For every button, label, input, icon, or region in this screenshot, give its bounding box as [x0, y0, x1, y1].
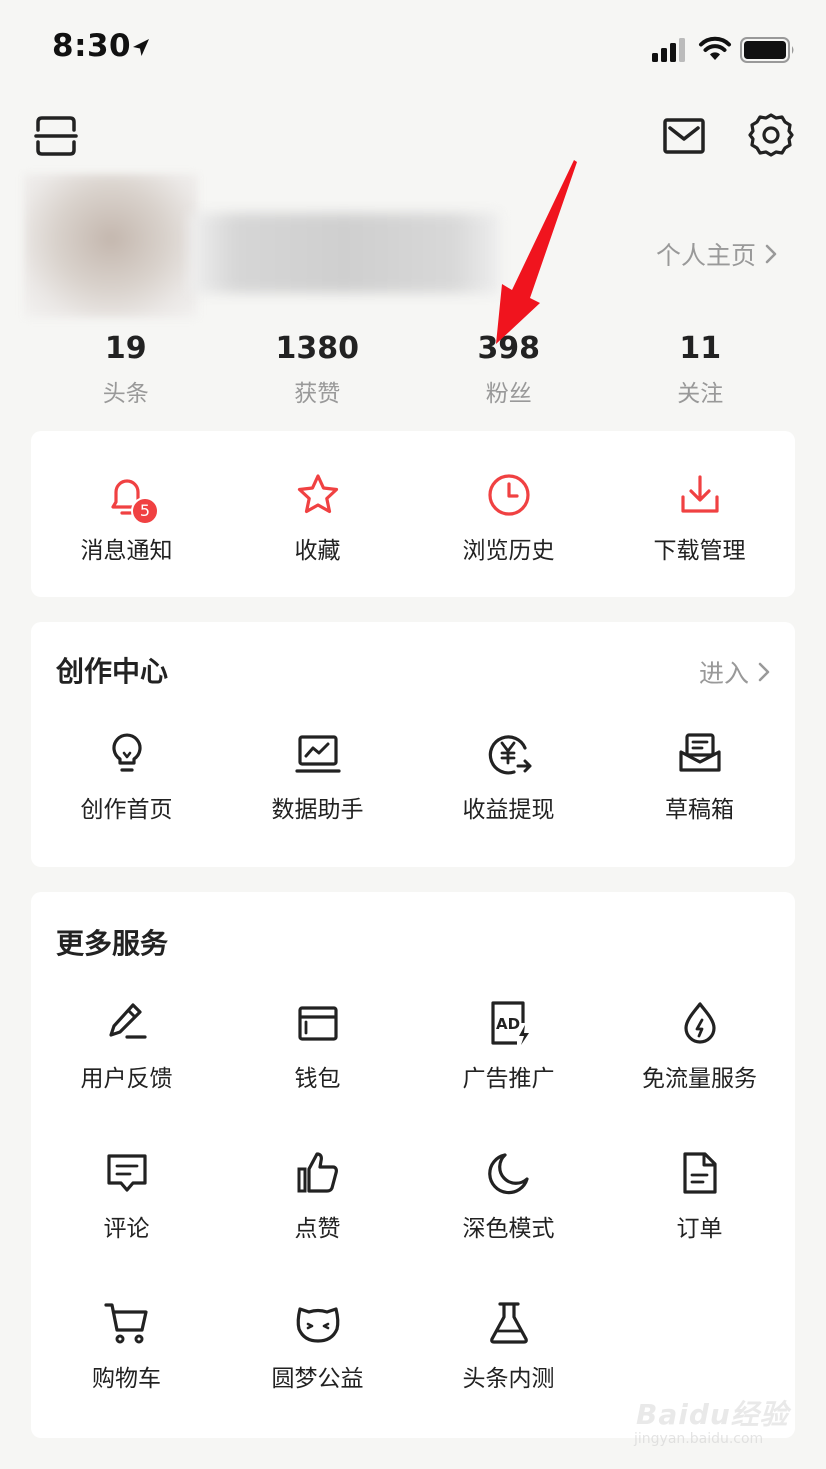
- wallet-icon: [297, 1006, 338, 1041]
- draft-box-icon: [678, 733, 721, 772]
- chart-monitor-icon: [294, 735, 341, 773]
- feedback-button[interactable]: 用户反馈: [31, 999, 222, 1093]
- section-title: 创作中心: [56, 655, 169, 688]
- gear-icon: [748, 113, 794, 157]
- scan-button[interactable]: [32, 112, 80, 160]
- quick-action-label: 收藏: [294, 538, 341, 564]
- service-label: 广告推广: [462, 1066, 555, 1092]
- chevron-right-icon: [765, 244, 777, 264]
- stat-label: 关注: [677, 381, 724, 407]
- profile-home-link[interactable]: 个人主页: [656, 236, 778, 272]
- chevron-right-icon: [758, 662, 770, 682]
- profile-stats: 19 头条 1380 获赞 398 粉丝 11 关注: [30, 330, 796, 410]
- scan-icon: [34, 116, 78, 156]
- wifi-icon: [699, 36, 731, 60]
- ad-promotion-button[interactable]: AD 广告推广: [413, 999, 604, 1093]
- service-label: 订单: [676, 1216, 723, 1242]
- yen-withdraw-icon: [488, 735, 531, 775]
- service-label: 购物车: [92, 1366, 161, 1392]
- notifications-button[interactable]: 5 消息通知: [31, 471, 222, 565]
- service-label: 深色模式: [462, 1216, 555, 1242]
- creation-center-enter-link[interactable]: 进入: [699, 654, 771, 690]
- mail-button[interactable]: [660, 112, 708, 160]
- stat-value: 19: [104, 331, 147, 366]
- data-assistant-button[interactable]: 数据助手: [222, 730, 413, 824]
- enter-label: 进入: [698, 659, 749, 688]
- service-label: 钱包: [294, 1066, 341, 1092]
- annotation-arrow: [496, 160, 577, 344]
- mail-icon: [663, 118, 705, 154]
- quick-actions-card: 5 消息通知 收藏 浏览历史 下载管理: [31, 431, 795, 597]
- drafts-button[interactable]: 草稿箱: [604, 730, 795, 824]
- creation-item-label: 创作首页: [80, 797, 173, 823]
- pencil-icon: [108, 1003, 147, 1039]
- favorites-button[interactable]: 收藏: [222, 471, 413, 565]
- creation-item-label: 数据助手: [271, 797, 364, 823]
- status-time: 8:30: [52, 28, 132, 64]
- creation-item-label: 草稿箱: [665, 797, 734, 823]
- service-label: 点赞: [294, 1216, 341, 1242]
- username-blurred: [190, 213, 500, 293]
- section-title: 更多服务: [56, 927, 169, 960]
- stat-label: 获赞: [294, 381, 341, 407]
- download-icon: [680, 475, 719, 513]
- cart-icon: [103, 1303, 148, 1344]
- stat-label: 头条: [102, 381, 149, 407]
- star-icon: [297, 474, 338, 514]
- stat-following[interactable]: 11 关注: [605, 330, 797, 410]
- quick-action-label: 下载管理: [653, 538, 746, 564]
- creation-home-button[interactable]: 创作首页: [31, 730, 222, 824]
- stat-likes[interactable]: 1380 获赞: [222, 330, 414, 410]
- cellular-signal-icon: [652, 38, 685, 62]
- service-label: 圆梦公益: [271, 1366, 364, 1392]
- service-label: 评论: [103, 1216, 150, 1242]
- watermark-url: jingyan.baidu.com: [634, 1431, 764, 1447]
- orders-button[interactable]: 订单: [604, 1149, 795, 1243]
- avatar[interactable]: [24, 174, 198, 318]
- status-bar: 8:30: [0, 0, 826, 100]
- stat-value: 1380: [275, 331, 360, 366]
- stat-value: 11: [679, 331, 722, 366]
- svg-text:AD: AD: [496, 1015, 520, 1033]
- location-arrow-icon: [133, 39, 149, 56]
- comments-button[interactable]: 评论: [31, 1149, 222, 1243]
- dark-mode-button[interactable]: 深色模式: [413, 1149, 604, 1243]
- stat-articles[interactable]: 19 头条: [30, 330, 222, 410]
- downloads-button[interactable]: 下载管理: [604, 471, 795, 565]
- moon-icon: [487, 1153, 529, 1195]
- baidu-watermark: Baidu经验 jingyan.baidu.com: [632, 1385, 792, 1451]
- flask-icon: [489, 1302, 528, 1344]
- watermark-brand: Baidu经验: [636, 1398, 789, 1431]
- stat-label: 粉丝: [485, 381, 532, 407]
- settings-button[interactable]: [746, 110, 796, 160]
- quick-action-label: 消息通知: [80, 538, 173, 564]
- order-icon: [682, 1152, 717, 1194]
- profile-home-label: 个人主页: [656, 241, 757, 270]
- notification-badge: 5: [131, 497, 159, 525]
- charity-cat-icon: [296, 1307, 339, 1343]
- lightbulb-icon: [111, 733, 142, 772]
- cart-button[interactable]: 购物车: [31, 1299, 222, 1393]
- comment-icon: [106, 1154, 147, 1192]
- wallet-button[interactable]: 钱包: [222, 999, 413, 1093]
- battery-icon: [740, 37, 794, 63]
- likes-button[interactable]: 点赞: [222, 1149, 413, 1243]
- earnings-withdraw-button[interactable]: 收益提现: [413, 730, 604, 824]
- thumbs-up-icon: [297, 1152, 338, 1193]
- history-button[interactable]: 浏览历史: [413, 471, 604, 565]
- free-data-button[interactable]: 免流量服务: [604, 999, 795, 1093]
- service-label: 头条内测: [462, 1366, 555, 1392]
- creation-item-label: 收益提现: [462, 797, 555, 823]
- service-label: 用户反馈: [80, 1066, 173, 1092]
- ad-icon: AD: [490, 1001, 529, 1045]
- clock-icon: [487, 474, 530, 516]
- service-label: 免流量服务: [642, 1066, 757, 1092]
- creation-center-card: 创作中心 进入 创作首页 数据助手 收益提现 草稿箱: [31, 622, 795, 867]
- data-drop-icon: [683, 1002, 716, 1044]
- more-services-card: 更多服务 用户反馈 钱包 AD 广告推广 免流量服务 评论 点赞 深色模式 订单…: [31, 892, 795, 1438]
- quick-action-label: 浏览历史: [462, 538, 555, 564]
- beta-test-button[interactable]: 头条内测: [413, 1299, 604, 1393]
- charity-button[interactable]: 圆梦公益: [222, 1299, 413, 1393]
